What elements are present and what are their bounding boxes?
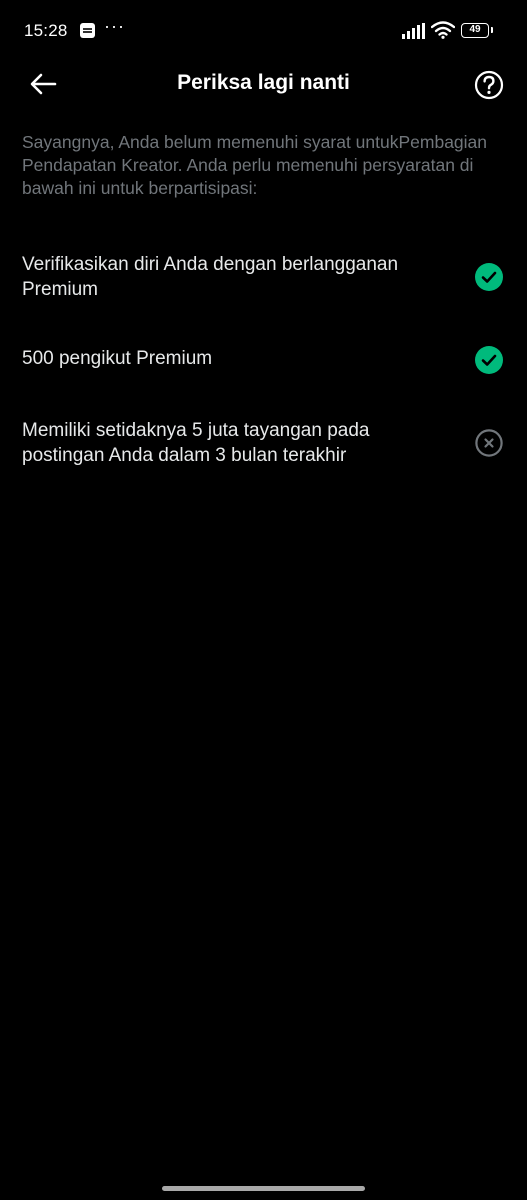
wifi-icon: [431, 21, 455, 39]
requirement-label: 500 pengikut Premium: [22, 348, 213, 369]
requirement-label: Memiliki setidaknya 5 juta tayangan pada…: [22, 420, 370, 466]
status-bar: 15:28 ··· 49: [0, 0, 527, 62]
battery-icon: 49: [461, 23, 493, 38]
home-indicator[interactable]: [162, 1186, 365, 1191]
page-title: Periksa lagi nanti: [177, 71, 350, 94]
check-circle-icon: [475, 263, 503, 291]
requirement-label: Verifikasikan diri Anda dengan berlangga…: [22, 254, 399, 300]
x-circle-icon: [475, 429, 503, 457]
notification-app-icon: [80, 23, 95, 38]
check-circle-icon: [475, 346, 503, 374]
top-app-bar: Periksa lagi nanti: [0, 62, 527, 106]
intro-text: Sayangnya, Anda belum memenuhi syarat un…: [22, 132, 488, 198]
more-notifications-icon: ···: [104, 16, 125, 36]
help-icon: [474, 70, 504, 100]
help-button[interactable]: [472, 68, 506, 102]
status-time: 15:28: [24, 21, 68, 40]
signal-icon: [402, 23, 425, 39]
